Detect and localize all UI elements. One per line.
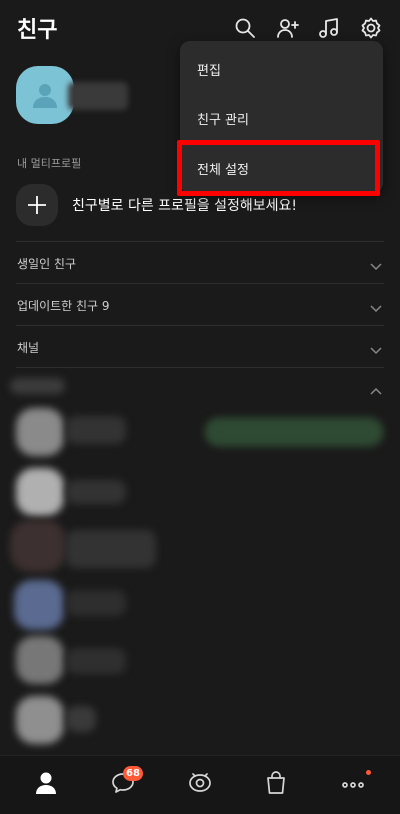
page-title: 친구 bbox=[17, 18, 58, 43]
list-item-avatar[interactable] bbox=[10, 520, 66, 572]
chevron-down-icon bbox=[370, 299, 382, 313]
divider bbox=[16, 325, 384, 326]
menu-item-manage-friends[interactable]: 친구 관리 bbox=[197, 109, 249, 128]
view-tab-icon[interactable] bbox=[187, 770, 213, 796]
profile-name-blurred bbox=[68, 82, 128, 110]
shopping-tab-icon[interactable] bbox=[263, 770, 289, 796]
chevron-up-icon[interactable] bbox=[370, 383, 382, 395]
list-item-name bbox=[66, 480, 126, 504]
chevron-down-icon bbox=[370, 257, 382, 271]
gear-icon[interactable] bbox=[359, 16, 383, 40]
friends-tab-icon[interactable] bbox=[33, 770, 59, 796]
divider bbox=[16, 283, 384, 284]
list-item-avatar[interactable] bbox=[16, 696, 64, 744]
menu-item-edit[interactable]: 편집 bbox=[197, 60, 221, 79]
list-item-avatar[interactable] bbox=[16, 468, 64, 516]
avatar[interactable] bbox=[16, 66, 74, 124]
list-item-name bbox=[66, 416, 126, 444]
multi-profile-prompt: 친구별로 다른 프로필을 설정해보세요! bbox=[72, 198, 298, 214]
more-tab-icon[interactable] bbox=[340, 770, 366, 796]
list-item-avatar[interactable] bbox=[16, 408, 64, 456]
search-icon[interactable] bbox=[233, 16, 257, 40]
divider bbox=[16, 367, 384, 368]
list-item-name bbox=[66, 530, 156, 568]
birthday-friends-row[interactable]: 생일인 친구 bbox=[16, 243, 384, 283]
multi-profile-label: 내 멀티프로필 bbox=[17, 157, 82, 170]
list-item-name bbox=[66, 706, 96, 732]
list-item-avatar[interactable] bbox=[16, 636, 64, 684]
list-item-name bbox=[66, 590, 126, 616]
row-label: 업데이트한 친구 9 bbox=[17, 299, 110, 313]
row-label: 채널 bbox=[17, 341, 40, 355]
list-item-status bbox=[205, 418, 383, 446]
new-indicator-dot bbox=[366, 770, 371, 775]
add-friend-icon[interactable] bbox=[276, 16, 300, 40]
divider bbox=[16, 241, 384, 242]
row-label: 생일인 친구 bbox=[17, 257, 77, 271]
list-item-avatar[interactable] bbox=[14, 580, 64, 630]
chat-unread-badge: 68 bbox=[123, 766, 143, 781]
chevron-down-icon bbox=[370, 341, 382, 355]
plus-icon[interactable] bbox=[16, 184, 58, 226]
list-item-name bbox=[66, 648, 126, 674]
updated-friends-row[interactable]: 업데이트한 친구 9 bbox=[16, 285, 384, 325]
bottom-tab-bar bbox=[0, 755, 400, 814]
friends-section-label-blurred bbox=[10, 378, 65, 394]
channel-row[interactable]: 채널 bbox=[16, 327, 384, 367]
music-icon[interactable] bbox=[317, 16, 341, 40]
highlight-annotation bbox=[177, 140, 380, 196]
